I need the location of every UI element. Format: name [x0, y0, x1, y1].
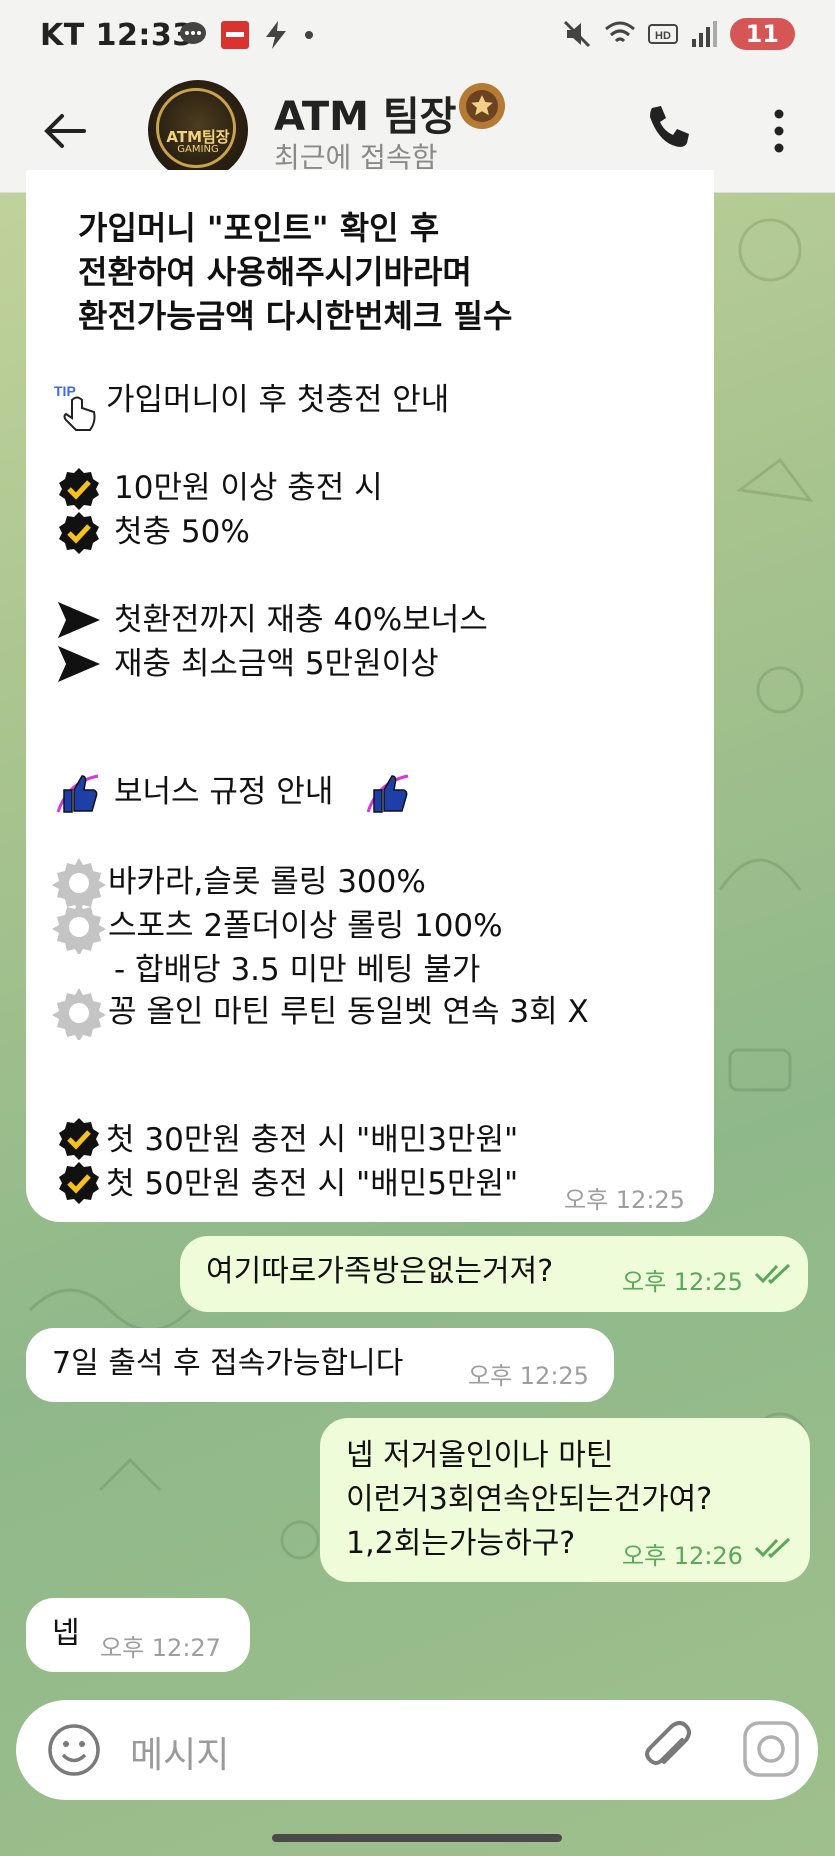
arrow-right-icon [58, 602, 100, 638]
message-line: 바카라,슬롯 롤링 300% [108, 864, 426, 900]
svg-text:HD: HD [655, 30, 671, 42]
dot-icon [305, 31, 313, 39]
back-arrow-icon[interactable] [40, 106, 90, 156]
message-time: 오후 12:25 [564, 1186, 685, 1214]
avatar-subtext: GAMING [177, 144, 219, 155]
message-text: 여기따로가족방은없는거져? [206, 1254, 554, 1289]
charging-icon [266, 21, 286, 49]
message-line: 가입머니이 후 첫충전 안내 [106, 382, 450, 418]
phone-icon[interactable] [642, 102, 694, 154]
arrow-right-icon [58, 646, 100, 682]
wifi-icon [604, 21, 635, 43]
message-bubble-incoming[interactable]: 넵 오후 12:27 [26, 1598, 250, 1672]
status-bar: KT 12:33 HD 11 [0, 0, 835, 76]
message-bubble-incoming[interactable]: 7일 출석 후 접속가능합니다 오후 12:25 [26, 1328, 614, 1402]
mute-icon [563, 20, 590, 48]
message-line: 넵 저거올인이나 마틴 [346, 1438, 614, 1473]
message-line: 10만원 이상 충전 시 [114, 470, 383, 506]
contact-name[interactable]: ATM 팀장 [274, 84, 456, 142]
check-badge-icon [59, 1118, 99, 1160]
message-text: 넵 [52, 1616, 80, 1651]
home-indicator[interactable] [272, 1834, 562, 1842]
camera-icon[interactable] [742, 1720, 800, 1778]
message-time: 오후 12:25 [622, 1268, 743, 1296]
message-bubble-outgoing[interactable]: 넵 저거올인이나 마틴 이런거3회연속안되는건가여? 1,2회는가능하구? 오후… [320, 1418, 810, 1582]
message-line: 보너스 규정 안내 [114, 774, 334, 810]
check-badge-icon [59, 468, 99, 510]
battery-badge: 11 [729, 18, 795, 50]
message-line: - 합배당 3.5 미만 베팅 불가 [114, 952, 481, 988]
app-notification-icon [221, 21, 249, 49]
message-line: 첫충 50% [114, 514, 250, 550]
gear-icon [52, 988, 106, 1040]
premium-badge-icon [459, 83, 505, 129]
message-line: 가입머니 "포인트" 확인 후 [78, 209, 440, 247]
chat-notification-icon [180, 22, 206, 44]
more-options-icon[interactable] [764, 106, 794, 156]
message-text: 7일 출석 후 접속가능합니다 [52, 1346, 404, 1381]
svg-text:TIP: TIP [54, 383, 76, 399]
thumbs-up-icon [366, 774, 409, 813]
message-line: 전환하여 사용해주시기바라며 [78, 253, 472, 291]
message-line: 꽁 올인 마틴 루틴 동일벳 연속 3회 X [108, 994, 589, 1030]
message-line: 1,2회는가능하구? [346, 1526, 576, 1561]
avatar[interactable]: ATM팀장 GAMING [148, 80, 248, 180]
message-bubble-incoming[interactable]: 가입머니 "포인트" 확인 후 전환하여 사용해주시기바라며 환전가능금액 다시… [26, 170, 714, 1222]
message-line: 스포츠 2폴더이상 롤링 100% [108, 908, 503, 944]
message-line: 첫 30만원 충전 시 "배민3만원" [106, 1122, 519, 1158]
hd-icon: HD [647, 24, 678, 44]
check-badge-icon [59, 1162, 99, 1204]
double-check-icon [754, 1537, 791, 1559]
message-line: 첫 50만원 충전 시 "배민5만원" [106, 1166, 519, 1202]
check-badge-icon [59, 512, 99, 554]
message-bubble-outgoing[interactable]: 여기따로가족방은없는거져? 오후 12:25 [180, 1236, 808, 1312]
status-carrier-time: KT 12:33 [40, 18, 194, 53]
thumbs-up-icon [56, 774, 99, 813]
signal-icon [691, 21, 717, 47]
tip-pointer-icon: TIP [54, 383, 96, 431]
message-line: 환전가능금액 다시한번체크 필수 [78, 297, 513, 335]
emoji-icon[interactable] [46, 1722, 102, 1778]
message-line: 이런거3회연속안되는건가여? [346, 1482, 713, 1517]
message-time: 오후 12:27 [100, 1634, 221, 1662]
message-line: 재충 최소금액 5만원이상 [114, 646, 439, 682]
message-input[interactable]: 메시지 [130, 1726, 229, 1778]
message-time: 오후 12:25 [468, 1362, 589, 1390]
double-check-icon [754, 1263, 791, 1285]
gear-icon [52, 902, 106, 954]
message-line: 첫환전까지 재충 40%보너스 [114, 602, 488, 638]
attachment-icon[interactable] [638, 1718, 700, 1780]
message-time: 오후 12:26 [622, 1542, 743, 1570]
carrier-label: KT [40, 18, 85, 53]
message-composer: 메시지 [16, 1700, 818, 1800]
